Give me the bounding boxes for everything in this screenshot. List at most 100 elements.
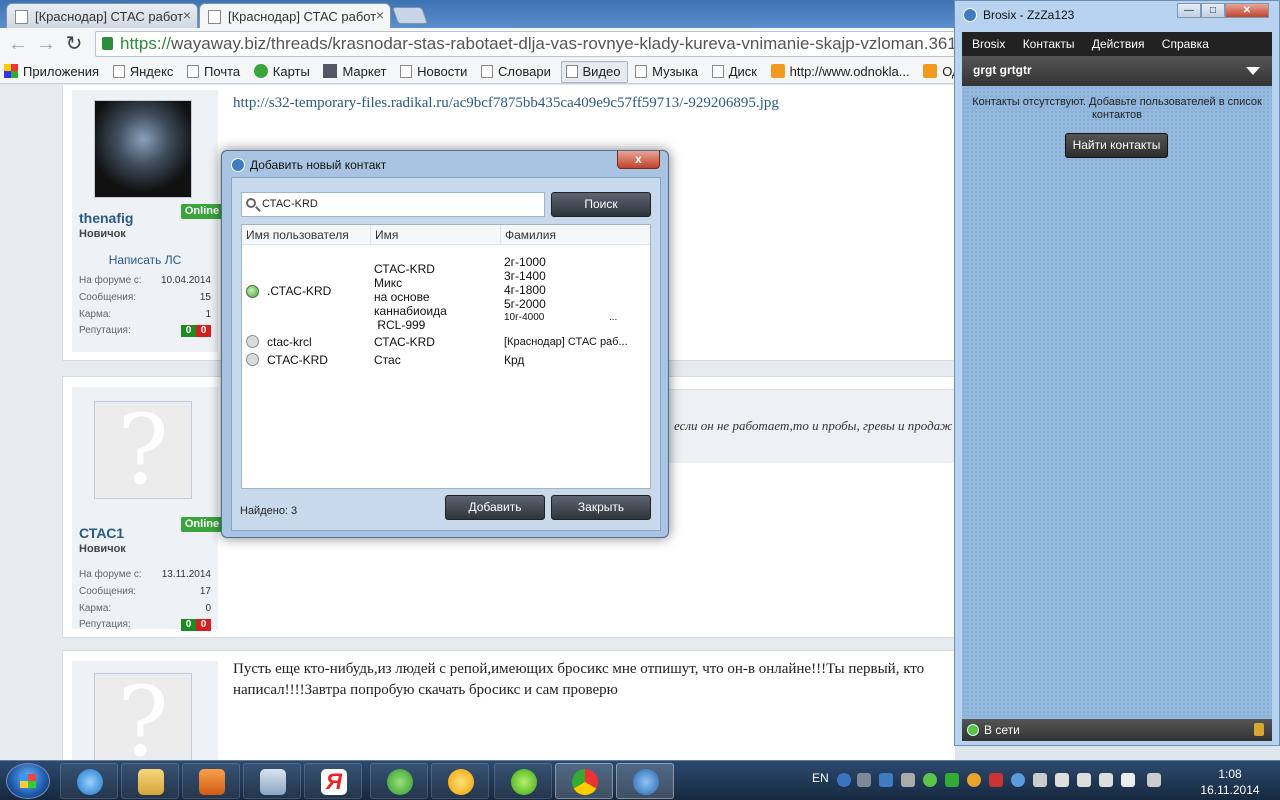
bookmark-maps[interactable]: Карты — [250, 62, 316, 83]
post-text: Пусть еще кто-нибудь,из людей с репой,им… — [233, 661, 925, 698]
clock[interactable]: 1:08 16.11.2014 — [1195, 766, 1265, 798]
bookmark-music[interactable]: Музыка — [631, 62, 704, 83]
rep-positive: 0 — [181, 325, 196, 337]
cell-name-line: на основе — [374, 290, 430, 304]
arrow-up-icon[interactable] — [857, 773, 871, 787]
forward-arrow-icon[interactable]: → — [33, 31, 59, 57]
icq-tray-icon[interactable] — [923, 773, 937, 787]
apps-grid-icon — [4, 64, 18, 78]
image-link[interactable]: http://s32-temporary-files.radikal.ru/ac… — [233, 93, 779, 114]
cell-name: Стас — [374, 353, 401, 367]
bookmark-disk[interactable]: Диск — [708, 62, 763, 83]
reload-icon[interactable]: ↻ — [61, 31, 87, 57]
presence-status-bar[interactable]: В сети — [962, 719, 1272, 741]
chevron-down-icon[interactable] — [1246, 67, 1260, 75]
bookmark-apps[interactable]: Приложения — [0, 62, 105, 83]
power-icon[interactable] — [1099, 773, 1113, 787]
username-link[interactable]: СТАС1 — [79, 525, 124, 541]
bookmark-market[interactable]: Маркет — [319, 62, 392, 83]
network-tray-icon[interactable] — [945, 773, 959, 787]
taskbar-volume[interactable] — [243, 763, 301, 799]
taskbar-mail-agent[interactable] — [431, 763, 489, 799]
yandex-icon: Я — [321, 769, 347, 795]
help-icon[interactable] — [837, 773, 851, 787]
messenger-icon — [387, 769, 413, 795]
menu-actions[interactable]: Действия — [1092, 37, 1145, 51]
taskbar-media-player[interactable] — [182, 763, 240, 799]
avatar[interactable]: ? — [94, 401, 192, 499]
url-scheme: https:// — [120, 34, 172, 53]
vk-icon[interactable] — [879, 773, 893, 787]
bookmark-odnoklassniki-2[interactable]: Одно — [919, 62, 955, 83]
page-icon — [711, 65, 724, 78]
tab-close-icon[interactable]: × — [376, 7, 384, 23]
network-icon[interactable] — [1055, 773, 1069, 787]
bookmark-dictionaries[interactable]: Словари — [477, 62, 557, 83]
clock-time: 1:08 — [1218, 767, 1242, 781]
add-button[interactable]: Добавить — [445, 495, 545, 520]
chrome-tray-icon[interactable] — [967, 773, 981, 787]
language-indicator[interactable]: EN — [812, 771, 829, 785]
new-tab-button[interactable] — [391, 7, 429, 24]
menu-brosix[interactable]: Brosix — [972, 37, 1005, 51]
cell-surname: Крд — [504, 353, 525, 367]
taskbar-brosix[interactable] — [616, 763, 674, 799]
close-button[interactable]: Закрыть — [551, 495, 651, 520]
taskbar-chrome[interactable] — [555, 763, 613, 799]
bookmarks-bar: Приложения Яндекс Почта Карты Маркет Нов… — [0, 60, 955, 84]
browser-tab-1[interactable]: [Краснодар] СТАС работ × — [6, 3, 198, 28]
start-button[interactable] — [6, 763, 50, 799]
current-user-name: grgt grtgtr — [973, 63, 1032, 77]
send-pm-link[interactable]: Написать ЛС — [72, 253, 218, 267]
minimize-button[interactable]: — — [1177, 3, 1201, 18]
menu-help[interactable]: Справка — [1162, 37, 1209, 51]
table-row[interactable]: СТАС-KRD Стас Крд — [242, 353, 650, 371]
media-player-icon — [199, 769, 225, 795]
contact-list: Контакты отсутствуют. Добавьте пользоват… — [962, 86, 1272, 719]
dialog-close-button[interactable]: x — [617, 151, 660, 169]
tab-close-icon[interactable]: × — [183, 7, 191, 23]
column-header-name[interactable]: Имя — [371, 225, 501, 245]
taskbar-explorer[interactable] — [121, 763, 179, 799]
back-arrow-icon[interactable]: ← — [5, 31, 31, 57]
column-header-username[interactable]: Имя пользователя — [242, 225, 371, 245]
maximize-button[interactable]: □ — [1201, 3, 1225, 18]
brosix-tray-icon[interactable] — [1011, 773, 1025, 787]
bookmark-video[interactable]: Видео — [560, 61, 628, 83]
taskbar-icq[interactable] — [494, 763, 552, 799]
username-link[interactable]: thenafig — [79, 210, 133, 226]
taskbar-icq-like[interactable] — [370, 763, 428, 799]
find-contacts-button[interactable]: Найти контакты — [1065, 133, 1168, 158]
stat-karma: Карма: 0 — [79, 603, 211, 614]
lock-icon[interactable] — [1254, 723, 1264, 736]
table-row[interactable]: ctac-krcl СТАС-KRD [Краснодар] СТАС раб.… — [242, 335, 650, 353]
avatar[interactable]: ? — [94, 673, 192, 760]
stat-messages: Сообщения: 15 — [79, 292, 211, 303]
browser-tab-2[interactable]: [Краснодар] СТАС работ × — [199, 3, 391, 28]
action-center-icon[interactable] — [1147, 773, 1161, 787]
bookmark-yandex[interactable]: Яндекс — [109, 62, 180, 83]
contact-search-input[interactable]: СТАС-KRD — [241, 192, 545, 217]
notification-icon[interactable] — [901, 773, 915, 787]
antivirus-icon[interactable] — [989, 773, 1003, 787]
online-status-icon — [967, 724, 979, 736]
close-button[interactable]: ✕ — [1225, 3, 1269, 18]
taskbar-ie[interactable] — [60, 763, 118, 799]
keyboard-icon[interactable] — [1121, 773, 1135, 787]
odnoklassniki-icon — [770, 64, 785, 78]
display-icon[interactable] — [1033, 773, 1047, 787]
bookmark-odnoklassniki[interactable]: http://www.odnokla... — [767, 62, 916, 83]
taskbar-yandex[interactable]: Я — [304, 763, 362, 799]
bookmark-mail[interactable]: Почта — [183, 62, 246, 83]
current-user-panel[interactable]: grgt grtgtr — [962, 56, 1272, 86]
address-bar[interactable]: https://wayaway.biz/threads/krasnodar-st… — [95, 31, 955, 57]
column-header-surname[interactable]: Фамилия — [501, 225, 650, 245]
bookmark-news[interactable]: Новости — [396, 62, 473, 83]
table-row[interactable]: .СТАС-KRD СТАС-KRD Микс на основе каннаб… — [242, 255, 650, 335]
rep-negative: 0 — [196, 325, 211, 337]
page-icon — [112, 65, 125, 78]
avatar[interactable] — [94, 100, 192, 198]
volume-icon[interactable] — [1077, 773, 1091, 787]
menu-contacts[interactable]: Контакты — [1023, 37, 1075, 51]
search-button[interactable]: Поиск — [551, 192, 651, 217]
